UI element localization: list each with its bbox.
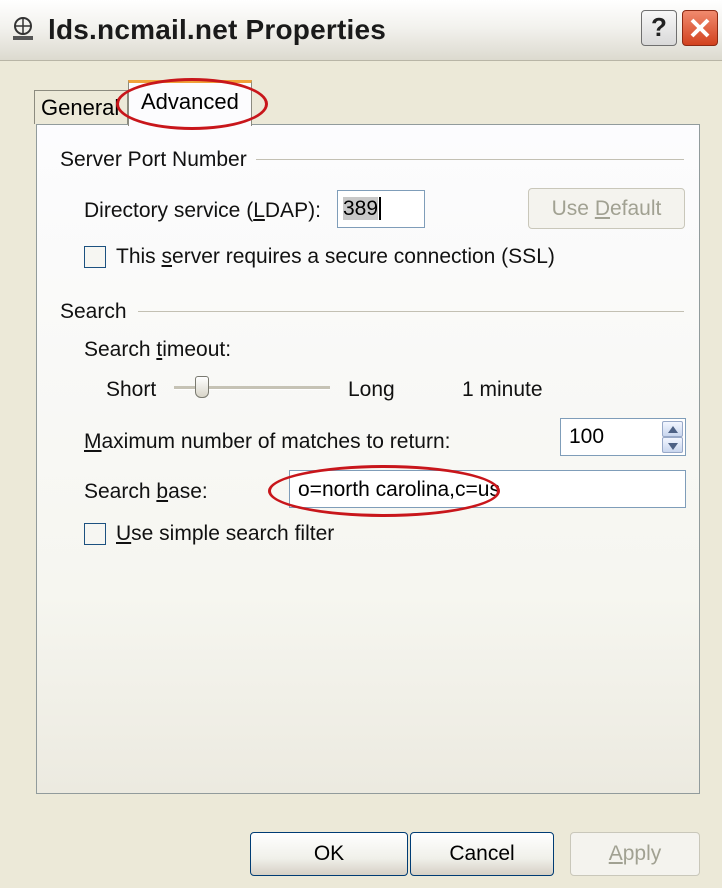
arrow-up-icon (667, 426, 678, 433)
search-timeout-label: Search timeout: (84, 338, 232, 361)
close-button[interactable] (682, 10, 718, 46)
ldap-port-input[interactable]: 389 (337, 190, 425, 228)
simple-filter-checkbox[interactable] (84, 523, 106, 545)
max-matches-spinner[interactable] (662, 421, 683, 453)
close-icon (690, 18, 710, 38)
slider-min-label: Short (106, 378, 157, 401)
ok-button[interactable]: OK (250, 832, 408, 876)
search-section-label: Search (60, 300, 127, 323)
help-button[interactable]: ? (641, 10, 677, 46)
title-bar[interactable]: lds.ncmail.net Properties ? (0, 0, 722, 61)
server-port-separator (256, 159, 684, 160)
ssl-checkbox-label: This server requires a secure connection… (116, 245, 555, 268)
max-matches-label: Maximum number of matches to return: (84, 430, 451, 453)
tab-advanced[interactable]: Advanced (128, 80, 252, 126)
search-timeout-slider[interactable] (174, 374, 334, 404)
arrow-down-icon (667, 443, 678, 450)
slider-thumb[interactable] (195, 376, 209, 398)
search-separator (138, 311, 684, 312)
simple-filter-label: Use simple search filter (116, 522, 335, 545)
use-default-button[interactable]: Use Default (528, 188, 685, 229)
slider-value-label: 1 minute (462, 378, 543, 401)
spin-up-button[interactable] (662, 421, 683, 437)
cancel-button[interactable]: Cancel (410, 832, 554, 876)
spin-down-button[interactable] (662, 437, 683, 453)
ldap-port-value: 389 (343, 197, 379, 220)
server-port-section-label: Server Port Number (60, 148, 247, 171)
properties-dialog: lds.ncmail.net Properties ? General Adva… (0, 0, 722, 888)
window-title: lds.ncmail.net Properties (48, 14, 386, 45)
search-base-value: o=north carolina,c=us (298, 478, 500, 501)
ldap-port-label: Directory service (LDAP): (84, 199, 321, 222)
max-matches-value: 100 (569, 425, 605, 448)
apply-button[interactable]: Apply (570, 832, 700, 876)
network-globe-icon (13, 17, 33, 40)
search-base-input[interactable]: o=north carolina,c=us (289, 470, 686, 508)
tab-general[interactable]: General (34, 90, 128, 124)
search-base-label: Search base: (84, 480, 208, 503)
slider-max-label: Long (348, 378, 395, 401)
ssl-checkbox[interactable] (84, 246, 106, 268)
